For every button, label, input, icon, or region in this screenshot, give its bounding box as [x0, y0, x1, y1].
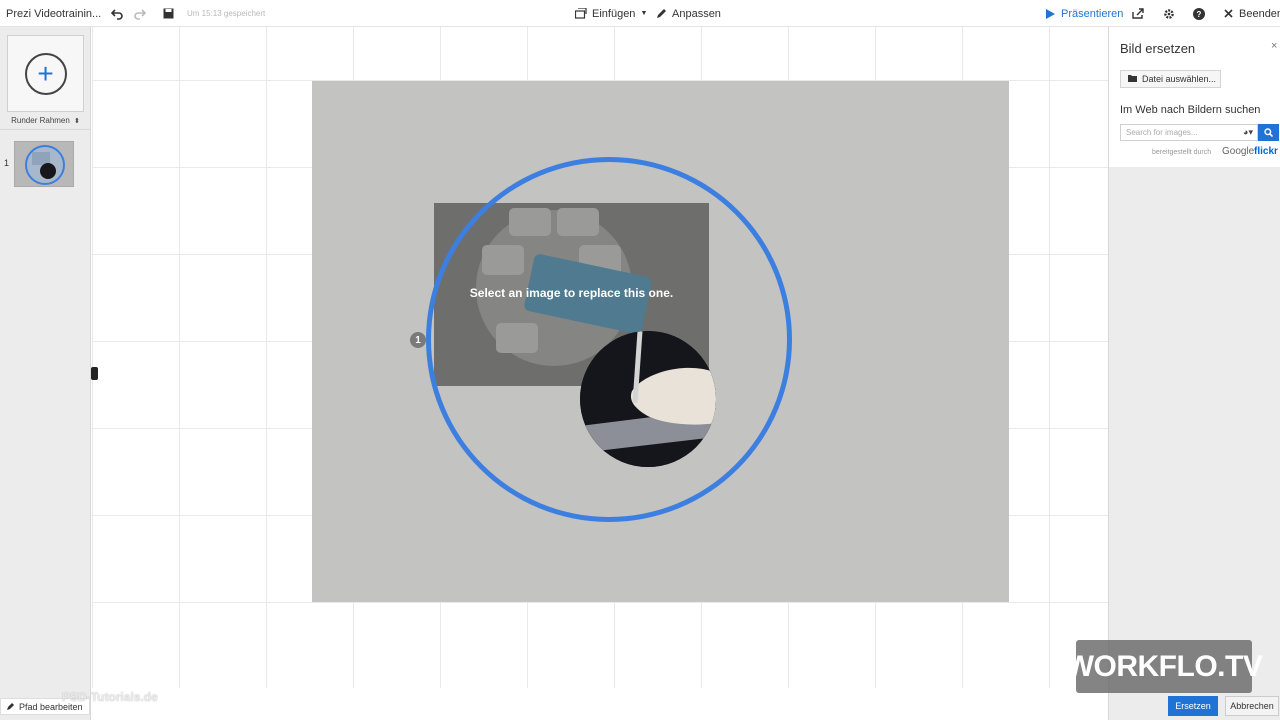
frame-panel: + Runder Rahmen ⬍ 1: [0, 27, 91, 720]
flickr-logo: flickr: [1254, 146, 1278, 157]
panel-content: Bild ersetzen × Datei auswählen... Im We…: [1109, 27, 1280, 167]
replace-button[interactable]: Ersetzen: [1168, 696, 1218, 716]
search-placeholder: Search for images...: [1126, 128, 1198, 137]
circle-frame[interactable]: [426, 157, 792, 522]
top-toolbar: Prezi Videotrainin... Um 15:13 gespeiche…: [0, 0, 1280, 27]
insert-label: Einfügen: [592, 7, 636, 20]
google-logo: Google: [1222, 146, 1255, 157]
redo-icon[interactable]: [134, 0, 146, 27]
image-search-input[interactable]: Search for images... ◕▾: [1120, 124, 1258, 141]
psd-tutorials-watermark: PSD-Tutorials.de: [62, 690, 158, 704]
share-icon[interactable]: [1132, 0, 1145, 27]
presentation-title[interactable]: Prezi Videotrainin...: [6, 0, 101, 27]
replace-image-panel: Bild ersetzen × Datei auswählen... Im We…: [1108, 27, 1280, 720]
globe-icon[interactable]: ◕▾: [1243, 127, 1253, 138]
pencil-icon: [656, 8, 667, 19]
provided-by-text: bereitgestellt durch: [1152, 149, 1212, 156]
save-status: Um 15:13 gespeichert: [187, 9, 266, 18]
svg-text:?: ?: [1197, 10, 1202, 19]
present-button[interactable]: Präsentieren: [1046, 0, 1123, 27]
present-label: Präsentieren: [1061, 7, 1124, 20]
frame-image-pen-hand[interactable]: [580, 331, 716, 467]
chevron-down-icon: ▼: [640, 10, 648, 17]
bottom-bar: [92, 688, 1108, 720]
help-icon[interactable]: ?: [1193, 0, 1205, 27]
cancel-button[interactable]: Abbrechen: [1225, 696, 1279, 716]
search-icon: [1264, 124, 1274, 142]
gear-icon[interactable]: [1163, 0, 1175, 27]
save-icon[interactable]: [163, 0, 174, 27]
customize-button[interactable]: Anpassen: [656, 0, 721, 27]
edit-path-icon: [7, 702, 15, 712]
frame-type-selector[interactable]: Runder Rahmen ⬍: [0, 116, 91, 125]
slide-thumbnail[interactable]: [14, 141, 74, 187]
add-frame-button[interactable]: +: [7, 35, 84, 112]
folder-icon: [1128, 74, 1137, 84]
close-icon: [1224, 9, 1233, 18]
exit-button[interactable]: Beenden: [1224, 0, 1280, 27]
path-step-badge[interactable]: 1: [410, 332, 426, 348]
plus-icon: +: [24, 52, 67, 95]
search-button[interactable]: [1258, 124, 1279, 141]
web-search-title: Im Web nach Bildern suchen: [1120, 104, 1261, 116]
choose-file-button[interactable]: Datei auswählen...: [1120, 70, 1221, 88]
resize-handle[interactable]: [91, 367, 98, 380]
exit-label: Beenden: [1239, 7, 1280, 20]
panel-close-icon[interactable]: ×: [1271, 40, 1277, 52]
customize-label: Anpassen: [672, 7, 721, 20]
workflo-watermark: WORKFLO.TV: [1066, 640, 1263, 693]
updown-icon: ⬍: [72, 118, 80, 125]
insert-icon: [575, 8, 587, 19]
divider: [0, 129, 91, 130]
insert-menu[interactable]: Einfügen ▼: [575, 0, 647, 27]
slide-number: 1: [4, 158, 10, 168]
undo-icon[interactable]: [111, 0, 123, 27]
panel-title: Bild ersetzen: [1120, 41, 1196, 56]
choose-file-label: Datei auswählen...: [1142, 74, 1217, 84]
play-icon: [1046, 8, 1055, 19]
frame-type-label: Runder Rahmen: [11, 116, 70, 125]
